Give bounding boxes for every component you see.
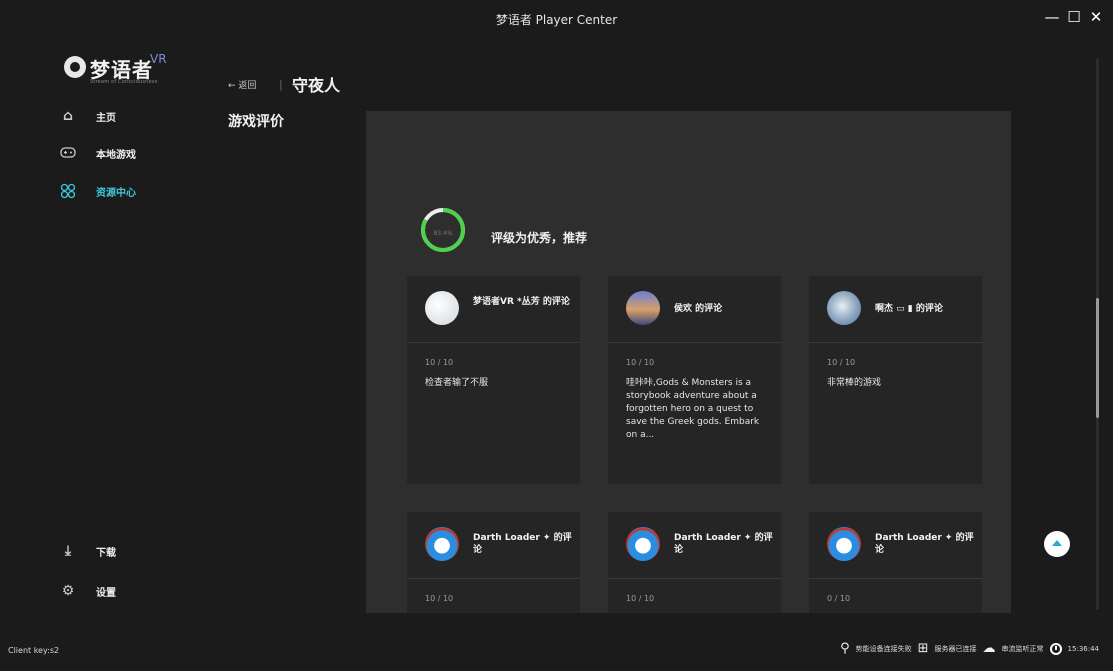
avatar: [827, 527, 861, 561]
minimize-button[interactable]: —: [1043, 8, 1061, 26]
avatar: [425, 291, 459, 325]
review-card[interactable]: 侯欢 的评论 10 / 10 哇咔咔,Gods & Monsters is a …: [608, 276, 781, 484]
logo-mark-icon: [64, 56, 86, 78]
review-score: 10 / 10: [626, 594, 655, 603]
review-card[interactable]: 啊杰 ▭ ▮ 的评论 10 / 10 非常棒的游戏: [809, 276, 982, 484]
review-author: 啊杰 ▭ ▮ 的评论: [875, 304, 943, 314]
stream-status: 串流监听正常: [1001, 644, 1044, 653]
avatar: [425, 527, 459, 561]
page-title: 守夜人: [292, 76, 341, 95]
avatar: [626, 527, 660, 561]
back-button[interactable]: ← 返回: [228, 78, 256, 91]
reviews-panel[interactable]: 83.4% 评级为优秀，推荐 梦语者VR *丛芳 的评论 10 / 10 检查者…: [366, 111, 1011, 613]
review-author: Darth Loader ✦ 的评论: [674, 533, 773, 555]
clock-icon: [1049, 642, 1062, 655]
sidebar-item-home[interactable]: ⌂ 主页: [60, 106, 116, 126]
review-score: 10 / 10: [425, 358, 454, 367]
client-key: Client key:s2: [8, 646, 60, 655]
review-author: Darth Loader ✦ 的评论: [875, 533, 974, 555]
scrollbar[interactable]: [1096, 58, 1099, 610]
download-icon: ⤓: [64, 543, 72, 559]
header-separator: |: [279, 78, 283, 91]
rating-label: 评级为优秀，推荐: [491, 231, 588, 245]
sidebar-item-resource-center[interactable]: 资源中心: [60, 181, 136, 201]
review-card-header: Darth Loader ✦ 的评论: [407, 512, 580, 579]
gear-icon: ⚙: [61, 583, 75, 599]
sidebar-item-label: 资源中心: [96, 187, 136, 199]
sidebar-item-local-games[interactable]: 本地游戏: [60, 143, 136, 163]
review-score: 10 / 10: [626, 358, 655, 367]
sidebar-item-label: 设置: [96, 587, 116, 599]
sidebar: 梦语者 VR Stream of Consciousness ⌂ 主页 本地游戏…: [0, 38, 200, 620]
status-indicators: ⚲ 势能设备连接失败 ⊞ 服务器已连接 ☁ 串流监听正常 15:36:44: [840, 641, 1099, 656]
server-icon: ⊞: [917, 641, 929, 656]
clock-time: 15:36:44: [1067, 644, 1099, 653]
rating-gauge: 83.4%: [419, 206, 477, 264]
avatar: [626, 291, 660, 325]
scroll-to-top-button[interactable]: [1044, 531, 1070, 557]
review-card-header: Darth Loader ✦ 的评论: [809, 512, 982, 579]
review-score: 10 / 10: [425, 594, 454, 603]
home-icon: ⌂: [62, 108, 74, 124]
cloud-icon: ☁: [982, 641, 996, 656]
sidebar-item-label: 主页: [96, 112, 116, 124]
window-controls: — ☐ ✕: [1043, 8, 1105, 26]
review-card[interactable]: Darth Loader ✦ 的评论 10 / 10: [407, 512, 580, 613]
section-title: 游戏评价: [228, 114, 284, 130]
review-text: 非常棒的游戏: [827, 378, 882, 388]
sidebar-item-download[interactable]: ⤓ 下载: [60, 541, 116, 561]
scrollbar-thumb[interactable]: [1096, 298, 1099, 418]
review-text: 哇咔咔,Gods & Monsters is a storybook adven…: [626, 378, 760, 440]
logo-vr: VR: [150, 52, 167, 66]
review-card-header: 梦语者VR *丛芳 的评论: [407, 276, 580, 343]
close-button[interactable]: ✕: [1087, 8, 1105, 26]
status-bar: Client key:s2 ⚲ 势能设备连接失败 ⊞ 服务器已连接 ☁ 串流监听…: [0, 631, 1113, 671]
app-logo: 梦语者 VR Stream of Consciousness: [64, 52, 184, 88]
resource-center-icon: [60, 183, 76, 199]
main-content: ← 返回 | 守夜人 游戏评价 83.4% 评级为优秀，推荐 梦语者VR *丛芳…: [200, 38, 1113, 620]
logo-subtitle: Stream of Consciousness: [90, 79, 158, 85]
avatar: [827, 291, 861, 325]
sidebar-item-label: 下载: [96, 547, 116, 559]
review-author: 梦语者VR *丛芳 的评论: [473, 297, 570, 307]
review-card-header: 侯欢 的评论: [608, 276, 781, 343]
review-author: Darth Loader ✦ 的评论: [473, 533, 572, 555]
sidebar-item-label: 本地游戏: [96, 149, 136, 161]
title-bar: 梦语者 Player Center — ☐ ✕: [0, 0, 1113, 38]
review-card-header: Darth Loader ✦ 的评论: [608, 512, 781, 579]
review-author: 侯欢 的评论: [674, 304, 723, 314]
review-card[interactable]: 梦语者VR *丛芳 的评论 10 / 10 检查者输了不服: [407, 276, 580, 484]
review-text: 检查者输了不服: [425, 378, 489, 388]
review-score: 0 / 10: [827, 594, 851, 603]
gamepad-icon: [60, 145, 76, 161]
usb-icon: ⚲: [840, 641, 850, 656]
maximize-button[interactable]: ☐: [1065, 8, 1083, 26]
review-card-header: 啊杰 ▭ ▮ 的评论: [809, 276, 982, 343]
device-status: 势能设备连接失败: [855, 644, 912, 653]
rating-percent: 83.4%: [433, 230, 453, 237]
review-card[interactable]: Darth Loader ✦ 的评论 0 / 10: [809, 512, 982, 613]
sidebar-item-settings[interactable]: ⚙ 设置: [60, 581, 116, 601]
review-score: 10 / 10: [827, 358, 856, 367]
window-title: 梦语者 Player Center: [495, 13, 618, 27]
server-status: 服务器已连接: [934, 644, 977, 653]
review-card[interactable]: Darth Loader ✦ 的评论 10 / 10: [608, 512, 781, 613]
